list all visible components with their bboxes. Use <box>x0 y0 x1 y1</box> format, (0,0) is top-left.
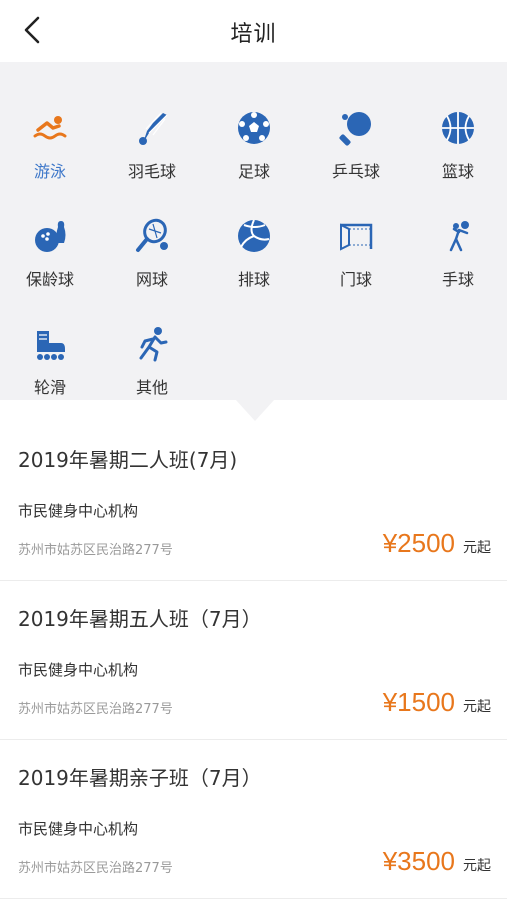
category-label: 门球 <box>339 270 372 289</box>
soccer-ball-icon <box>234 108 274 148</box>
price-unit: 元起 <box>463 699 491 715</box>
category-label: 网球 <box>135 270 168 289</box>
course-card[interactable]: 2019年暑期亲子班（7月） 市民健身中心机构 苏州市姑苏区民治路277号 ¥3… <box>0 740 507 899</box>
course-address: 苏州市姑苏区民治路277号 <box>18 543 173 558</box>
bowling-icon <box>30 216 70 256</box>
ping-pong-icon <box>336 108 376 148</box>
page-title: 培训 <box>230 22 277 47</box>
shuttlecock-icon <box>132 108 172 148</box>
category-label: 羽毛球 <box>127 162 176 181</box>
category-label: 游泳 <box>33 162 66 181</box>
category-label: 轮滑 <box>33 378 66 397</box>
price-value: ¥1500 <box>382 687 455 717</box>
course-organization: 市民健身中心机构 <box>18 661 139 679</box>
category-volleyball[interactable]: 排球 <box>204 196 304 296</box>
price-unit: 元起 <box>463 540 491 556</box>
course-title: 2019年暑期二人班(7月) <box>18 448 238 472</box>
price-unit: 元起 <box>463 858 491 874</box>
tennis-icon <box>132 216 172 256</box>
course-price: ¥2500 元起 <box>383 528 491 559</box>
course-price: ¥3500 元起 <box>383 846 491 877</box>
category-grid: 游泳 羽毛球 足球 乒乓球 篮球 保龄球 网球 排球 门球 手球 轮滑 其他 <box>0 62 507 400</box>
category-tennis[interactable]: 网球 <box>102 196 202 296</box>
course-title: 2019年暑期亲子班（7月） <box>18 766 262 790</box>
top-bar: 培训 <box>0 0 507 62</box>
course-price: ¥1500 元起 <box>383 687 491 718</box>
category-label: 保龄球 <box>25 270 74 289</box>
course-title: 2019年暑期五人班（7月） <box>18 607 262 631</box>
category-label: 手球 <box>441 270 474 289</box>
course-organization: 市民健身中心机构 <box>18 502 139 520</box>
price-value: ¥2500 <box>382 528 455 558</box>
price-value: ¥3500 <box>382 846 455 876</box>
category-handball[interactable]: 手球 <box>408 196 507 296</box>
category-label: 排球 <box>237 270 270 289</box>
swimming-icon <box>30 108 70 148</box>
category-other[interactable]: 其他 <box>102 304 202 404</box>
course-card[interactable]: 2019年暑期二人班(7月) 市民健身中心机构 苏州市姑苏区民治路277号 ¥2… <box>0 422 507 581</box>
category-label: 篮球 <box>441 162 474 181</box>
basketball-icon <box>438 108 478 148</box>
course-card[interactable]: 2019年暑期五人班（7月） 市民健身中心机构 苏州市姑苏区民治路277号 ¥1… <box>0 581 507 740</box>
category-label: 足球 <box>237 162 270 181</box>
category-gateball[interactable]: 门球 <box>306 196 406 296</box>
category-roller-skating[interactable]: 轮滑 <box>0 304 100 404</box>
course-organization: 市民健身中心机构 <box>18 820 139 838</box>
course-list: 2019年暑期二人班(7月) 市民健身中心机构 苏州市姑苏区民治路277号 ¥2… <box>0 422 507 899</box>
course-address: 苏州市姑苏区民治路277号 <box>18 861 173 876</box>
dropdown-pointer <box>235 399 275 421</box>
course-address: 苏州市姑苏区民治路277号 <box>18 702 173 717</box>
category-badminton[interactable]: 羽毛球 <box>102 88 202 188</box>
category-bowling[interactable]: 保龄球 <box>0 196 100 296</box>
category-table-tennis[interactable]: 乒乓球 <box>306 88 406 188</box>
gate-ball-icon <box>336 216 376 256</box>
running-icon <box>132 324 172 364</box>
roller-skate-icon <box>30 324 70 364</box>
handball-icon <box>438 216 478 256</box>
category-swimming[interactable]: 游泳 <box>0 88 100 188</box>
category-football[interactable]: 足球 <box>204 88 304 188</box>
category-label: 其他 <box>135 378 168 397</box>
category-label: 乒乓球 <box>331 162 380 181</box>
volleyball-icon <box>234 216 274 256</box>
category-basketball[interactable]: 篮球 <box>408 88 507 188</box>
